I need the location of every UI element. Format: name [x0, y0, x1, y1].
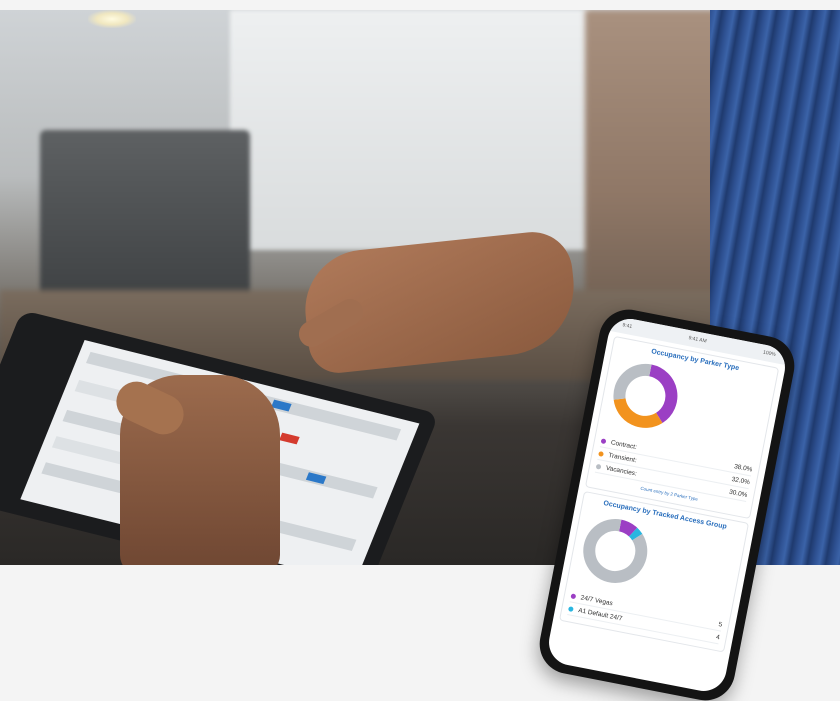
status-time: 9:41 — [621, 322, 633, 331]
window-light — [230, 10, 590, 250]
donut-slice-vacancies — [613, 363, 652, 400]
brick-wall — [585, 10, 725, 320]
legend-value: 4 — [715, 633, 721, 641]
donut-slice-contract — [648, 364, 678, 423]
legend-dot-vacancies — [595, 463, 602, 470]
legend-dot-a1-default — [568, 605, 574, 612]
legend-dot-contract — [600, 437, 607, 444]
scene: 9:41 9:41 AM 100% Occupancy by Parker Ty… — [0, 0, 840, 701]
donut-slice-vegas — [618, 519, 638, 537]
access-group-donut-chart — [583, 518, 648, 583]
legend-dot-vegas — [570, 592, 577, 599]
espresso-machine — [40, 130, 250, 300]
status-battery: 100% — [762, 349, 777, 358]
status-clock: 9:41 AM — [687, 335, 708, 345]
parker-type-donut-chart — [613, 363, 678, 428]
legend-dot-transient — [598, 450, 605, 457]
parker-type-card: Occupancy by Parker Type Contract: 38.0%… — [584, 335, 780, 520]
ceiling-lamp — [88, 10, 136, 28]
donut-slice-transient — [613, 397, 663, 428]
legend-value: 30.0% — [728, 488, 749, 499]
tablet-red-button — [279, 432, 300, 445]
donut-slice-a1-default — [628, 527, 643, 541]
access-group-card: Occupancy by Tracked Access Group 24/7 V… — [558, 490, 750, 653]
